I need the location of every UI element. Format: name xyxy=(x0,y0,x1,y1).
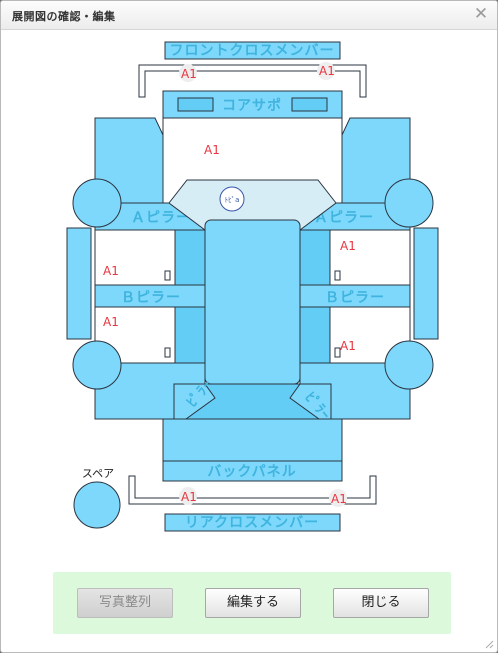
left-sill-front[interactable] xyxy=(174,229,206,286)
left-mirror[interactable] xyxy=(66,227,92,340)
front-left-mark[interactable]: A1 xyxy=(181,67,197,81)
close-button[interactable]: 閉じる xyxy=(333,588,429,618)
dialog-footer: 写真整列 編集する 閉じる xyxy=(53,572,451,634)
spare-label: スペア xyxy=(82,467,114,480)
right-sill-front[interactable] xyxy=(299,229,331,286)
tire-rear-right[interactable] xyxy=(384,340,434,390)
edit-dialog: 展開図の確認・編集 ✕ .p{fill:#7ed8fb;stroke:#2b34… xyxy=(0,0,498,653)
hood-mark[interactable]: A1 xyxy=(204,143,220,157)
core-support-left-light xyxy=(177,97,214,112)
left-sill-rear[interactable] xyxy=(174,306,206,364)
tire-rear-left[interactable] xyxy=(72,340,122,390)
car-body-diagram: .p{fill:#7ed8fb;stroke:#2b3440;stroke-wi… xyxy=(66,41,439,532)
b-pillar-left-label: Ｂピラー xyxy=(121,290,181,306)
roof[interactable] xyxy=(204,219,301,385)
right-rear-door-mark[interactable]: A1 xyxy=(340,339,356,353)
tire-front-right[interactable] xyxy=(384,178,434,228)
windshield-badge-label: ﾄﾋﾟa xyxy=(225,196,240,204)
right-mirror[interactable] xyxy=(413,227,439,340)
rear-cross-member-label: リアクロスメンバー xyxy=(185,515,319,531)
rear-right-mark[interactable]: A1 xyxy=(331,492,347,506)
front-cross-member-label: フロントクロスメンバー xyxy=(170,43,335,59)
right-front-handle xyxy=(334,270,341,281)
left-front-door-mark[interactable]: A1 xyxy=(103,264,119,278)
front-right-mark[interactable]: A1 xyxy=(319,64,335,78)
edit-button[interactable]: 編集する xyxy=(205,588,301,618)
left-front-handle xyxy=(164,270,171,281)
tire-front-left[interactable] xyxy=(72,178,122,228)
right-sill-rear[interactable] xyxy=(299,306,331,364)
trunk-lid[interactable] xyxy=(162,418,343,462)
rear-left-mark[interactable]: A1 xyxy=(181,490,197,504)
core-support-label: コアサポ xyxy=(222,97,282,114)
resize-grip-icon[interactable] xyxy=(484,639,494,649)
b-pillar-right-label: Ｂピラー xyxy=(325,290,385,306)
left-rear-handle xyxy=(164,347,171,358)
core-support-right-light xyxy=(291,97,328,112)
photo-sort-button[interactable]: 写真整列 xyxy=(77,588,173,618)
left-rear-door-mark[interactable]: A1 xyxy=(103,315,119,329)
spare-tire[interactable] xyxy=(73,481,121,529)
right-front-door-mark[interactable]: A1 xyxy=(340,239,356,253)
back-panel-label: バックパネル xyxy=(207,464,296,480)
